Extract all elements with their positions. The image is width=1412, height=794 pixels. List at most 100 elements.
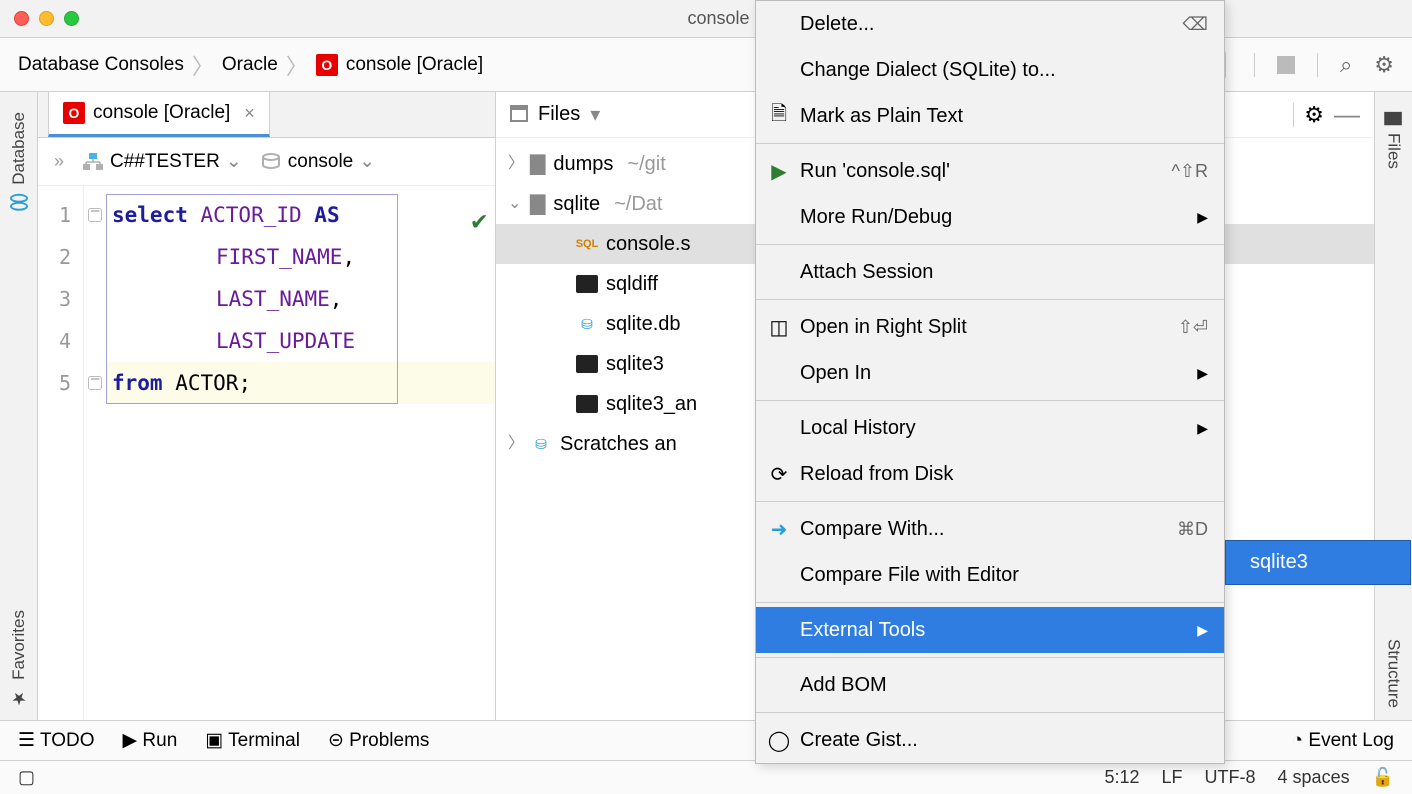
menu-separator	[756, 501, 1224, 502]
indent-info[interactable]: 4 spaces	[1278, 767, 1350, 788]
fold-column	[84, 186, 106, 720]
db-icon: ⛁	[576, 315, 598, 333]
gear-icon[interactable]: ⚙	[1374, 52, 1394, 78]
menu-more-run-debug[interactable]: More Run/Debug ▶	[756, 194, 1224, 240]
breadcrumb-item[interactable]: Database Consoles	[18, 54, 184, 76]
gutter: 1 2 3 4 5	[38, 186, 84, 720]
encoding[interactable]: UTF-8	[1205, 767, 1256, 788]
fold-marker[interactable]	[88, 208, 102, 222]
left-tool-window-bar: Database ★ Favorites	[0, 92, 38, 720]
db-icon	[10, 193, 28, 211]
chevron-down-icon[interactable]: ⌄	[508, 184, 522, 224]
close-window-button[interactable]	[14, 11, 29, 26]
favorites-tab[interactable]: ★ Favorites	[5, 598, 33, 720]
scratch-icon: ⛁	[530, 435, 552, 453]
checkmark-icon: ✔	[471, 200, 487, 242]
breadcrumb: Database Consoles 〉 Oracle 〉 O console […	[18, 49, 483, 81]
run-button[interactable]: ▶ Run	[123, 729, 178, 752]
folder-icon: ▇	[530, 184, 545, 224]
context-menu: Delete... ⌫ Change Dialect (SQLite) to..…	[755, 0, 1225, 764]
chevron-down-icon[interactable]: ▾	[590, 102, 600, 127]
console-icon	[260, 152, 282, 172]
menu-local-history[interactable]: Local History ▶	[756, 405, 1224, 451]
event-log-button[interactable]: ◔ Event Log	[1292, 730, 1394, 752]
text-file-icon: 🗎	[766, 99, 792, 133]
problems-button[interactable]: ⊝ Problems	[328, 729, 429, 752]
reload-icon: ⟳	[766, 462, 792, 487]
breadcrumb-item[interactable]: console [Oracle]	[346, 54, 483, 76]
close-tab-icon[interactable]: ×	[244, 103, 255, 124]
database-tab[interactable]: Database	[5, 100, 33, 223]
menu-delete[interactable]: Delete... ⌫	[756, 1, 1224, 47]
play-icon: ▶	[766, 159, 792, 184]
github-icon: ◯	[766, 728, 792, 753]
window-icon	[510, 108, 528, 122]
chevron-right-icon: ▶	[1197, 365, 1208, 382]
menu-external-tools[interactable]: External Tools ▶	[756, 607, 1224, 653]
oracle-icon: O	[63, 102, 85, 124]
binary-file-icon	[576, 355, 598, 373]
minimize-icon[interactable]: —	[1334, 99, 1360, 130]
chevron-right-icon: ▶	[1197, 209, 1208, 226]
menu-separator	[756, 712, 1224, 713]
menu-separator	[756, 602, 1224, 603]
chevron-right-icon[interactable]: 〉	[508, 144, 522, 184]
menu-mark-plain[interactable]: 🗎 Mark as Plain Text	[756, 93, 1224, 139]
maximize-window-button[interactable]	[64, 11, 79, 26]
oracle-icon: O	[316, 54, 338, 76]
menu-open-in[interactable]: Open In ▶	[756, 350, 1224, 396]
files-tab[interactable]: ▇ Files	[1380, 100, 1408, 181]
code-editor[interactable]: 1 2 3 4 5 ✔ select ACTOR_ID AS FIRST_NAM…	[38, 186, 495, 720]
binary-file-icon	[576, 395, 598, 413]
menu-create-gist[interactable]: ◯ Create Gist...	[756, 717, 1224, 763]
right-tool-window-bar: ▇ Files Structure	[1374, 92, 1412, 720]
chevron-right-icon: ▶	[1197, 420, 1208, 437]
chevron-down-icon: ⌄	[359, 150, 375, 173]
external-tools-submenu: sqlite3	[1225, 540, 1411, 585]
menu-run-console[interactable]: ▶ Run 'console.sql' ^⇧R	[756, 148, 1224, 194]
breadcrumb-item[interactable]: Oracle	[222, 54, 278, 76]
line-separator[interactable]: LF	[1162, 767, 1183, 788]
gear-icon[interactable]: ⚙	[1304, 102, 1324, 128]
menu-separator	[756, 400, 1224, 401]
structure-tab[interactable]: Structure	[1380, 627, 1408, 720]
sql-file-icon: SQL	[576, 235, 598, 253]
lock-icon[interactable]: 🔓	[1372, 767, 1394, 788]
terminal-button[interactable]: ▣ Terminal	[205, 729, 300, 752]
minimize-window-button[interactable]	[39, 11, 54, 26]
chevron-down-icon: ⌄	[226, 150, 242, 173]
cursor-position[interactable]: 5:12	[1104, 767, 1139, 788]
menu-separator	[756, 657, 1224, 658]
menu-compare-with-editor[interactable]: Compare File with Editor	[756, 552, 1224, 598]
submenu-sqlite3[interactable]: sqlite3	[1226, 541, 1410, 584]
status-bar: ▢ 5:12 LF UTF-8 4 spaces 🔓	[0, 760, 1412, 794]
chevron-right-icon: ▶	[1197, 622, 1208, 639]
editor-tab[interactable]: O console [Oracle] ×	[48, 91, 270, 137]
schema-selector[interactable]: C##TESTER ⌄	[82, 150, 242, 173]
split-icon: ◫	[766, 315, 792, 340]
menu-separator	[756, 299, 1224, 300]
editor-pane: O console [Oracle] × » C##TESTER ⌄ conso…	[38, 92, 496, 720]
code-body[interactable]: ✔ select ACTOR_ID AS FIRST_NAME, LAST_NA…	[106, 186, 495, 720]
menu-open-right-split[interactable]: ◫ Open in Right Split ⇧⏎	[756, 304, 1224, 350]
menu-reload-from-disk[interactable]: ⟳ Reload from Disk	[756, 451, 1224, 497]
expand-icon[interactable]: »	[54, 151, 64, 172]
folder-icon: ▇	[1384, 112, 1404, 125]
menu-separator	[756, 244, 1224, 245]
menu-add-bom[interactable]: Add BOM	[756, 662, 1224, 708]
menu-compare-with[interactable]: ➜ Compare With... ⌘D	[756, 506, 1224, 552]
chevron-right-icon[interactable]: 〉	[508, 424, 522, 464]
console-selector[interactable]: console ⌄	[260, 150, 375, 173]
menu-attach-session[interactable]: Attach Session	[756, 249, 1224, 295]
editor-tabs: O console [Oracle] ×	[38, 92, 495, 138]
layout-icon[interactable]	[1277, 56, 1295, 74]
breadcrumb-sep: 〉	[286, 49, 308, 81]
todo-button[interactable]: ☰ TODO	[18, 729, 95, 752]
delete-icon: ⌫	[1183, 14, 1208, 35]
folder-icon: ▇	[530, 144, 545, 184]
status-corner-icon[interactable]: ▢	[18, 767, 35, 788]
fold-marker[interactable]	[88, 376, 102, 390]
traffic-lights	[14, 11, 79, 26]
search-icon[interactable]: ⌕	[1340, 52, 1352, 78]
menu-change-dialect[interactable]: Change Dialect (SQLite) to...	[756, 47, 1224, 93]
